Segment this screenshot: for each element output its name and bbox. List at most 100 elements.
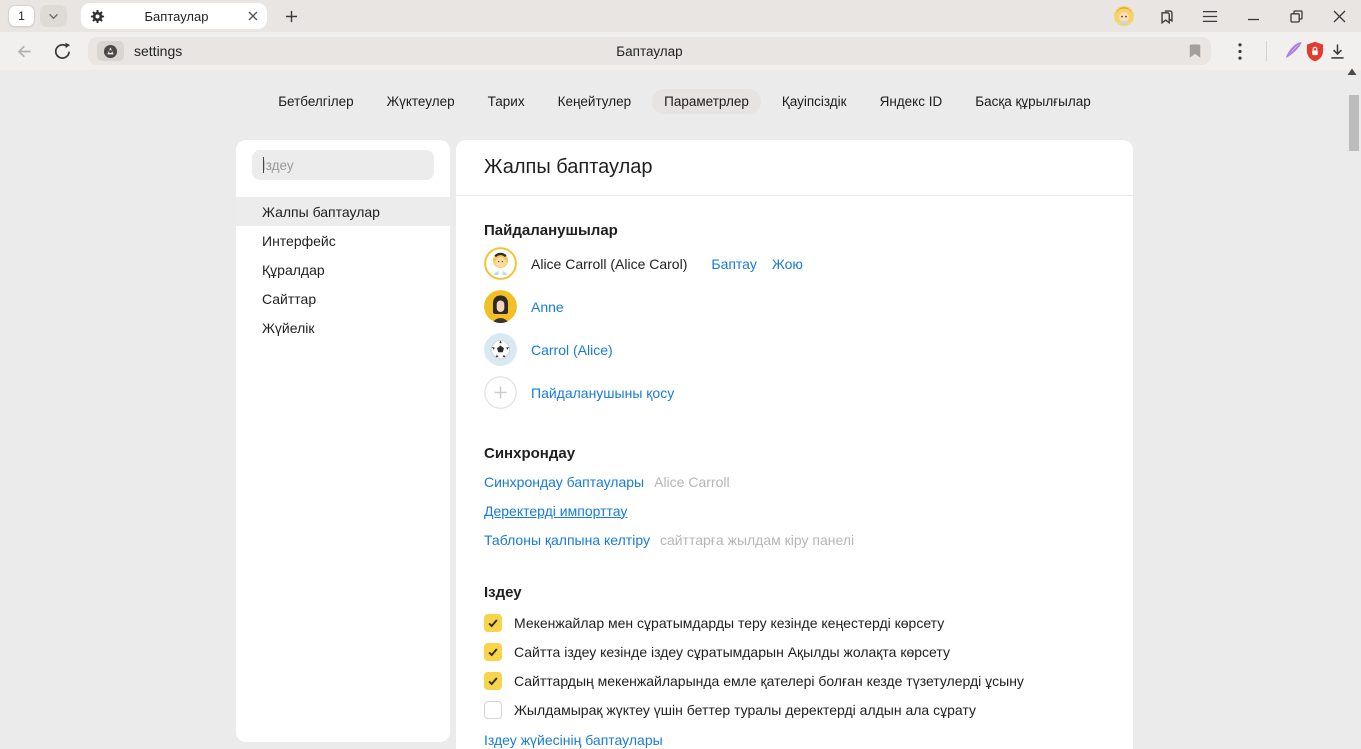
checkbox[interactable]: [484, 672, 502, 690]
checkbox-check-icon: [487, 617, 499, 629]
search-engine-settings-link[interactable]: Іздеу жүйесінің баптаулары: [484, 732, 663, 748]
window-close-button[interactable]: [1329, 6, 1349, 26]
search-input[interactable]: [252, 150, 434, 180]
sidebar-item-sites[interactable]: Сайттар: [236, 284, 450, 313]
addressbar-menu-button[interactable]: [1229, 40, 1251, 62]
typo-fix-checkbox-row: Сайттардың мекенжайларында емле қателері…: [484, 666, 1105, 695]
sidebar-item-label: Жалпы баптаулар: [262, 204, 380, 220]
restore-tableau-row: Таблоны қалпына келтіру сайттарға жылдам…: [484, 525, 1105, 554]
sync-settings-link[interactable]: Синхрондау баптаулары: [484, 474, 644, 490]
feather-icon: [1282, 40, 1304, 62]
users-section: Пайдаланушылар: [484, 222, 1105, 414]
sidebar-item-system[interactable]: Жүйелік: [236, 313, 450, 342]
side-panels-button[interactable]: [1157, 6, 1177, 26]
titlebar-controls: [1114, 6, 1349, 26]
checkbox-check-icon: [487, 675, 499, 687]
user-row-carrol: Carrol (Alice): [484, 328, 1105, 371]
soccer-ball-icon: [484, 333, 517, 366]
checkbox-label: Жылдамырақ жүктеу үшін беттер туралы дер…: [514, 702, 976, 718]
panel-header: Жалпы баптаулар: [456, 140, 1133, 196]
bookmark-button[interactable]: [1188, 43, 1202, 59]
tab-settings[interactable]: Баптаулар: [81, 3, 267, 29]
protect-shield-icon: [1305, 41, 1325, 62]
sidebar-item-general[interactable]: Жалпы баптаулар: [236, 197, 450, 226]
user-configure-link[interactable]: Баптау: [711, 256, 756, 272]
scroll-up-icon: [1346, 67, 1358, 77]
browser-menu-button[interactable]: [1200, 6, 1220, 26]
window-restore-button[interactable]: [1286, 6, 1306, 26]
back-button[interactable]: [13, 40, 35, 62]
checkbox-label: Мекенжайлар мен сұратымдарды теру кезінд…: [514, 615, 944, 631]
reload-icon: [53, 42, 72, 61]
restore-icon: [1290, 10, 1303, 23]
sidebar-item-interface[interactable]: Интерфейс: [236, 226, 450, 255]
summarize-extension-button[interactable]: [1282, 40, 1304, 62]
tab-counter-button[interactable]: 1: [8, 5, 35, 27]
plus-icon: [285, 10, 298, 23]
window-minimize-button[interactable]: [1243, 6, 1263, 26]
navtab-extensions[interactable]: Кеңейтулер: [546, 89, 644, 114]
checkbox[interactable]: [484, 643, 502, 661]
add-user-link[interactable]: Пайдаланушыны қосу: [531, 385, 674, 401]
add-user-row[interactable]: Пайдаланушыны қосу: [484, 371, 1105, 414]
navtab-yandex-id[interactable]: Яндекс ID: [868, 89, 955, 114]
search-engine-settings-row: Іздеу жүйесінің баптаулары: [484, 732, 1105, 748]
menu-icon: [1202, 10, 1218, 23]
address-bar[interactable]: settings Баптаулар: [88, 37, 1211, 65]
user-delete-link[interactable]: Жою: [772, 256, 803, 272]
url-text[interactable]: settings: [134, 43, 182, 59]
page-title-in-addressbar: Баптаулар: [88, 44, 1211, 59]
user-link-carrol[interactable]: Carrol (Alice): [531, 342, 613, 358]
checkbox[interactable]: [484, 701, 502, 719]
navtab-security[interactable]: Қауіпсіздік: [770, 89, 859, 114]
sidebar-item-tools[interactable]: Құралдар: [236, 255, 450, 284]
search-heading: Іздеу: [484, 584, 1105, 601]
user-avatar-icon: [1114, 6, 1134, 26]
toolbar: settings Баптаулар: [0, 32, 1361, 70]
anne-avatar-icon: [484, 290, 517, 323]
checkbox[interactable]: [484, 614, 502, 632]
restore-tableau-link[interactable]: Таблоны қалпына келтіру: [484, 532, 650, 548]
navtab-bookmarks[interactable]: Бетбелгілер: [266, 89, 365, 114]
sidebar-search: [236, 140, 450, 197]
sync-settings-row: Синхрондау баптаулары Alice Carroll: [484, 467, 1105, 496]
tab-count: 1: [18, 9, 25, 23]
settings-page: Бетбелгілер Жүктеулер Тарих Кеңейтулер П…: [0, 70, 1361, 749]
toolbar-separator: [1266, 41, 1267, 61]
sync-account-note: Alice Carroll: [654, 474, 729, 490]
tab-title: Баптаулар: [105, 9, 248, 24]
back-icon: [15, 42, 34, 61]
reload-button[interactable]: [51, 40, 73, 62]
user-row-anne: Anne: [484, 285, 1105, 328]
tab-close-button[interactable]: [248, 11, 258, 21]
download-icon: [1329, 43, 1346, 60]
sidebar-item-label: Сайттар: [262, 291, 316, 307]
prefetch-checkbox-row: Жылдамырақ жүктеу үшін беттер туралы дер…: [484, 695, 1105, 724]
text-caret: [263, 157, 264, 173]
scrollbar-thumb[interactable]: [1349, 95, 1359, 151]
new-tab-button[interactable]: [279, 4, 303, 28]
tab-list-chevron-button[interactable]: [40, 5, 67, 27]
settings-main-panel: Жалпы баптаулар Пайдаланушылар: [456, 140, 1133, 749]
users-heading: Пайдаланушылар: [484, 222, 1105, 239]
protect-button[interactable]: [1304, 40, 1326, 62]
settings-nav-tabs: Бетбелгілер Жүктеулер Тарих Кеңейтулер П…: [236, 89, 1133, 114]
sync-heading: Синхрондау: [484, 445, 1105, 462]
downloads-button[interactable]: [1326, 40, 1348, 62]
profile-avatar-button[interactable]: [1114, 6, 1134, 26]
panels-icon: [1158, 7, 1176, 25]
minimize-icon: [1247, 10, 1260, 23]
navtab-downloads[interactable]: Жүктеулер: [375, 89, 467, 114]
page-title: Жалпы баптаулар: [484, 156, 653, 179]
user-name: Alice Carroll (Alice Carol): [531, 256, 687, 272]
bookmark-icon: [1188, 43, 1202, 59]
navtab-history[interactable]: Тарих: [476, 89, 537, 114]
user-link-anne[interactable]: Anne: [531, 299, 564, 315]
suggestions-checkbox-row: Мекенжайлар мен сұратымдарды теру кезінд…: [484, 608, 1105, 637]
alice-avatar-icon: [484, 247, 517, 280]
navtab-other-devices[interactable]: Басқа құрылғылар: [963, 89, 1103, 114]
navtab-settings[interactable]: Параметрлер: [652, 89, 761, 114]
scroll-up-button[interactable]: [1346, 67, 1358, 77]
checkbox-label: Сайтта іздеу кезінде іздеу сұратымдарын …: [514, 644, 950, 660]
import-data-link[interactable]: Деректерді импорттау: [484, 503, 627, 519]
